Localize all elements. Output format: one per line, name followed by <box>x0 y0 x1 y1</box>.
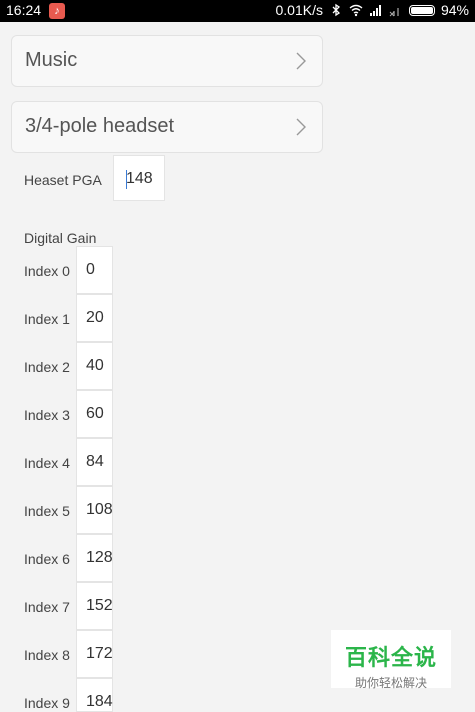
wifi-icon <box>349 4 363 17</box>
gain-index-input[interactable]: 0 <box>76 246 113 294</box>
status-bar: 16:24 ♪ 0.01K/s 94% <box>0 0 475 22</box>
gain-index-value: 84 <box>86 453 104 470</box>
gain-index-value: 184 <box>86 693 113 710</box>
gain-index-label: Index 5 <box>24 503 70 519</box>
headset-type-label: 3/4-pole headset <box>25 115 175 137</box>
gain-index-input[interactable]: 152 <box>76 582 113 630</box>
stream-type-label: Music <box>25 49 78 71</box>
gain-index-input[interactable]: 108 <box>76 486 113 534</box>
no-signal-icon <box>389 8 399 17</box>
bluetooth-icon <box>332 3 340 17</box>
headset-type-dropdown[interactable]: 3/4-pole headset <box>11 101 323 153</box>
chevron-right-icon <box>296 52 306 70</box>
gain-index-label: Index 6 <box>24 551 70 567</box>
notification-app-icon: ♪ <box>49 3 65 19</box>
gain-index-label: Index 9 <box>24 695 70 711</box>
gain-index-value: 0 <box>86 261 95 278</box>
gain-index-label: Index 2 <box>24 359 70 375</box>
gain-index-label: Index 8 <box>24 647 70 663</box>
watermark-subtitle: 助你轻松解决 <box>354 676 427 690</box>
digital-gain-title: Digital Gain <box>24 230 97 246</box>
gain-index-input[interactable]: 40 <box>76 342 113 390</box>
gain-index-input[interactable]: 184 <box>76 678 113 712</box>
battery-percent: 94% <box>440 2 469 18</box>
gain-index-label: Index 3 <box>24 407 70 423</box>
gain-index-label: Index 0 <box>24 263 70 279</box>
watermark-logo: 百科全说 助你轻松解决 <box>331 630 451 690</box>
gain-index-value: 172 <box>86 645 113 662</box>
gain-index-input[interactable]: 20 <box>76 294 113 342</box>
network-speed: 0.01K/s <box>275 2 323 18</box>
headset-pga-value: 148 <box>126 170 153 187</box>
gain-index-input[interactable]: 172 <box>76 630 113 678</box>
signal-icon <box>369 5 381 16</box>
gain-index-input[interactable]: 60 <box>76 390 113 438</box>
gain-index-label: Index 4 <box>24 455 70 471</box>
stream-type-dropdown[interactable]: Music <box>11 35 323 87</box>
watermark-title: 百科全说 <box>344 645 437 670</box>
gain-index-value: 152 <box>86 597 113 614</box>
headset-pga-input[interactable]: 148 <box>113 155 165 201</box>
gain-index-value: 40 <box>86 357 104 374</box>
gain-index-value: 128 <box>86 549 113 566</box>
gain-index-value: 108 <box>86 501 113 518</box>
headset-pga-label: Heaset PGA <box>24 172 102 188</box>
gain-index-label: Index 7 <box>24 599 70 615</box>
gain-index-value: 20 <box>86 309 104 326</box>
chevron-right-icon <box>296 118 306 136</box>
status-icons: 0.01K/s 94% <box>275 2 469 18</box>
gain-index-label: Index 1 <box>24 311 70 327</box>
gain-index-input[interactable]: 128 <box>76 534 113 582</box>
gain-index-value: 60 <box>86 405 104 422</box>
clock: 16:24 <box>6 2 42 18</box>
battery-icon <box>408 4 435 16</box>
gain-index-input[interactable]: 84 <box>76 438 113 486</box>
